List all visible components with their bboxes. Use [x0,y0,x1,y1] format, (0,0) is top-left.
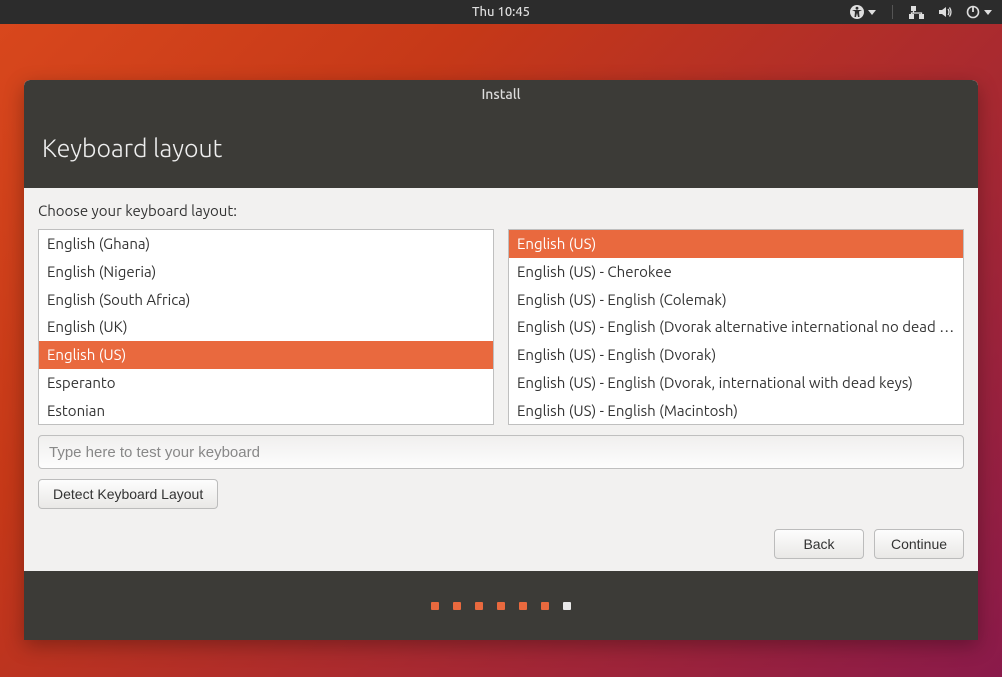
layout-language-item[interactable]: English (South Africa) [39,286,493,314]
accessibility-icon[interactable] [849,4,876,20]
layout-language-item[interactable]: Faroese [39,424,493,425]
progress-dot [519,602,527,610]
progress-dot [431,602,439,610]
top-menubar: Thu 10:45 [0,0,1002,24]
layout-language-item[interactable]: English (US) [39,341,493,369]
layout-language-item[interactable]: Esperanto [39,369,493,397]
window-title: Install [481,86,520,102]
progress-dot [475,602,483,610]
keyboard-test-input[interactable] [38,435,964,469]
layout-variant-item[interactable]: English (US) - English (Programmer Dvora… [509,424,963,425]
installer-window: Install Keyboard layout Choose your keyb… [24,80,978,640]
progress-dot [453,602,461,610]
progress-dots [24,571,978,640]
layout-lists: English (Ghana)English (Nigeria)English … [38,229,964,425]
window-titlebar: Install [24,80,978,108]
layout-variant-item[interactable]: English (US) - English (Dvorak) [509,341,963,369]
content-area: Choose your keyboard layout: English (Gh… [24,188,978,571]
network-icon[interactable] [909,4,925,20]
clock: Thu 10:45 [472,5,530,19]
layout-variant-item[interactable]: English (US) - English (Dvorak alternati… [509,313,963,341]
layout-variant-item[interactable]: English (US) - English (Dvorak, internat… [509,369,963,397]
layout-variant-list[interactable]: English (US)English (US) - CherokeeEngli… [508,229,964,425]
progress-dot [541,602,549,610]
progress-dot [497,602,505,610]
layout-language-list[interactable]: English (Ghana)English (Nigeria)English … [38,229,494,425]
power-icon[interactable] [965,4,992,20]
layout-language-item[interactable]: Estonian [39,397,493,425]
layout-variant-item[interactable]: English (US) - Cherokee [509,258,963,286]
layout-language-item[interactable]: English (Nigeria) [39,258,493,286]
page-heading: Keyboard layout [24,108,978,189]
heading-text: Keyboard layout [42,134,222,162]
detect-layout-button[interactable]: Detect Keyboard Layout [38,479,218,509]
layout-variant-item[interactable]: English (US) - English (Colemak) [509,286,963,314]
layout-variant-item[interactable]: English (US) - English (Macintosh) [509,397,963,425]
back-button[interactable]: Back [774,529,864,559]
choose-layout-prompt: Choose your keyboard layout: [38,202,964,219]
layout-language-item[interactable]: English (Ghana) [39,230,493,258]
continue-button[interactable]: Continue [874,529,964,559]
volume-icon[interactable] [937,4,953,20]
progress-dot [563,602,571,610]
layout-language-item[interactable]: English (UK) [39,313,493,341]
layout-variant-item[interactable]: English (US) [509,230,963,258]
